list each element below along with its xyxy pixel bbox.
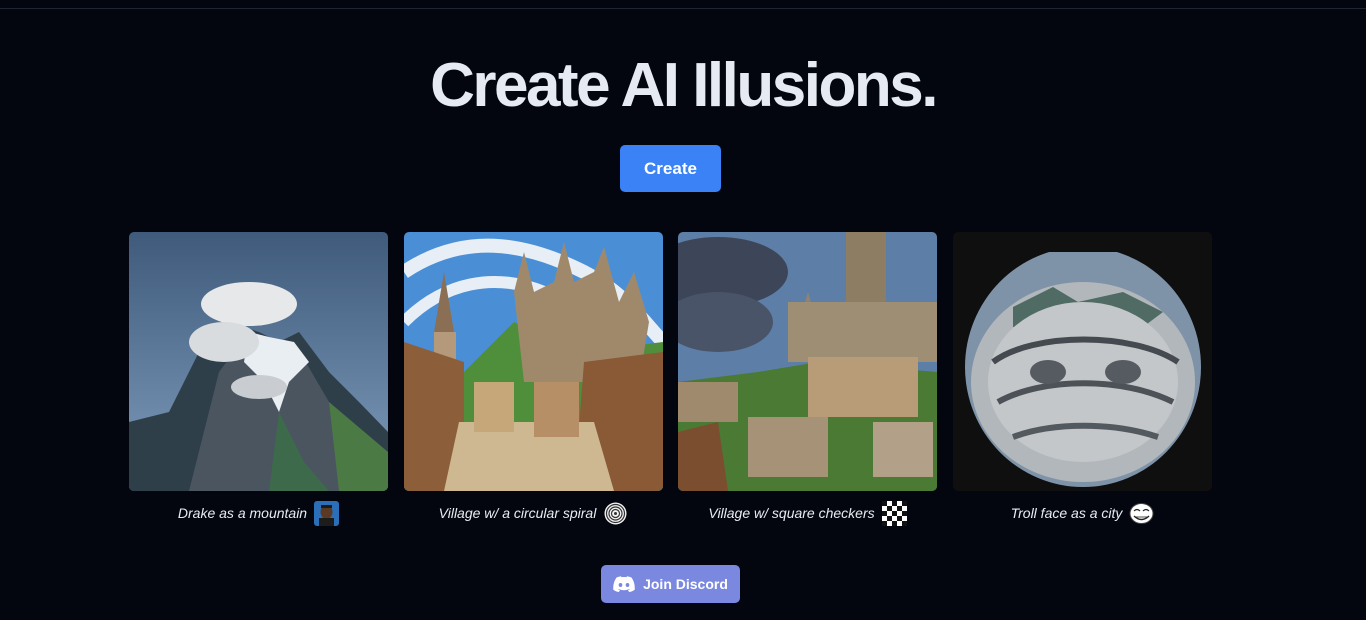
caption-text: Drake as a mountain <box>177 505 308 521</box>
page-title: Create AI Illusions. <box>430 51 938 120</box>
gallery-card-village-checkers[interactable]: Village w/ square checkers <box>678 232 937 526</box>
spiral-icon <box>603 501 628 526</box>
discord-icon <box>613 576 635 592</box>
troll-city-illusion-image[interactable] <box>953 232 1212 491</box>
gallery-caption: Drake as a mountain <box>129 500 388 526</box>
gallery-caption: Troll face as a city <box>953 501 1212 525</box>
village-spiral-illusion-image[interactable] <box>404 232 663 491</box>
mountain-illusion-image[interactable] <box>129 232 388 491</box>
page: Create AI Illusions. Create Drake as a m… <box>0 0 1366 620</box>
checkerboard-icon <box>881 500 907 526</box>
village-checkers-illusion-image[interactable] <box>678 232 937 491</box>
drake-face-icon <box>314 500 340 526</box>
join-discord-button[interactable]: Join Discord <box>601 565 740 603</box>
gallery-caption: Village w/ a circular spiral <box>404 501 663 525</box>
gallery-card-mountain[interactable]: Drake as a mountain <box>129 232 388 526</box>
gallery-caption: Village w/ square checkers <box>678 500 937 526</box>
gallery-card-village-spiral[interactable]: Village w/ a circular spiral <box>404 232 663 525</box>
caption-text: Troll face as a city <box>1010 505 1123 521</box>
header-divider <box>0 8 1366 9</box>
create-button[interactable]: Create <box>620 145 721 192</box>
troll-face-icon <box>1129 501 1154 526</box>
caption-text: Village w/ square checkers <box>708 505 875 521</box>
gallery-card-troll-city[interactable]: Troll face as a city <box>953 232 1212 525</box>
caption-text: Village w/ a circular spiral <box>438 505 597 521</box>
example-gallery: Drake as a mountain Village w/ a circula… <box>129 232 1213 532</box>
join-discord-label: Join Discord <box>643 576 728 592</box>
